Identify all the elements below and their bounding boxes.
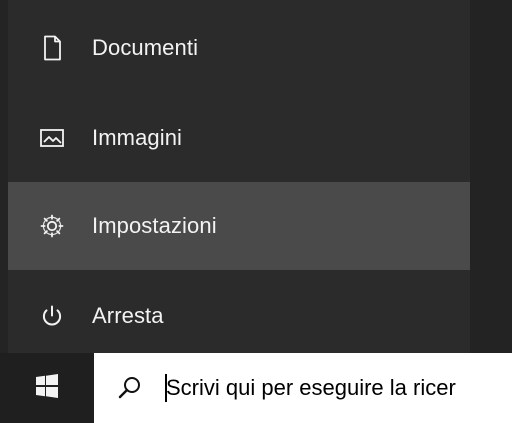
power-icon [32,302,72,330]
menu-item-documenti[interactable]: Documenti [8,4,470,92]
menu-item-label: Impostazioni [92,213,217,238]
gear-icon [32,212,72,240]
menu-item-impostazioni[interactable]: Impostazioni [8,182,470,270]
document-icon [32,34,72,62]
menu-item-arresta[interactable]: Arresta [8,272,470,360]
start-button[interactable] [0,353,94,423]
windows-logo-icon [33,372,61,405]
menu-item-label: Arresta [92,303,164,328]
menu-item-label: Documenti [92,35,199,60]
menu-item-immagini[interactable]: Immagini [8,94,470,182]
menu-item-label: Immagini [92,125,183,150]
search-placeholder-text: Scrivi qui per eseguire la ricer [166,375,456,400]
start-menu: Documenti Immagini Impostazioni Arresta [0,0,512,353]
search-icon [112,370,148,406]
taskbar: Scrivi qui per eseguire la ricer [0,353,512,423]
image-icon [32,124,72,152]
start-menu-side-panel [470,0,512,353]
search-input[interactable]: Scrivi qui per eseguire la ricer [94,353,512,423]
